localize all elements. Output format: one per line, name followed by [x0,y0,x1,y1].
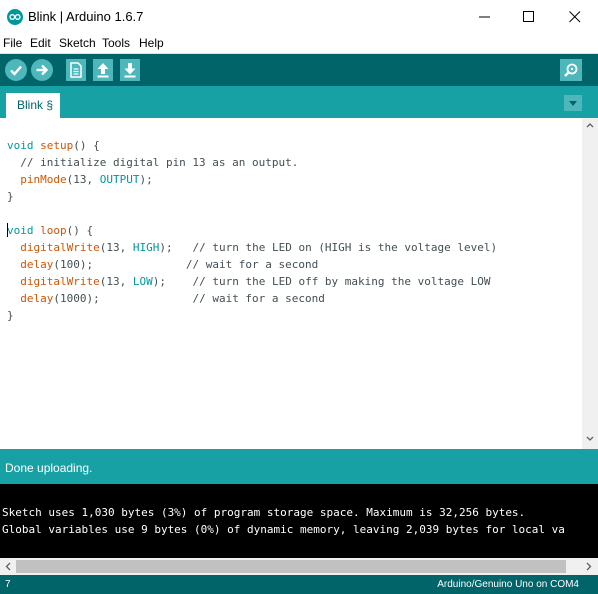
verify-button[interactable] [5,59,27,81]
new-file-icon [70,62,82,78]
code-token: ); [152,275,193,288]
code-editor[interactable]: void setup() { // initialize digital pin… [0,118,582,449]
text-caret [7,223,8,237]
code-token: } [7,309,14,322]
scroll-right-arrow-icon[interactable] [586,562,592,571]
status-bar: Done uploading. [0,449,598,484]
code-token: // wait for a second [192,292,325,305]
tab-menu-button[interactable] [564,95,582,111]
code-token: (13, [99,241,133,254]
code-token: HIGH [132,241,160,254]
close-icon [569,11,581,23]
code-token: pinMode [20,173,67,186]
maximize-icon [523,11,534,22]
console-line: Sketch uses 1,030 bytes (3%) of program … [2,506,526,519]
code-line: pinMode(13, OUTPUT); [7,171,153,188]
console-line: Global variables use 9 bytes (0%) of dyn… [2,523,565,536]
minimize-button[interactable] [462,0,508,33]
scroll-down-arrow-icon[interactable] [586,436,594,442]
code-token: OUTPUT [99,173,140,186]
code-line: digitalWrite(13, LOW); // turn the LED o… [7,273,491,290]
code-token: // wait for a second [185,258,319,271]
save-arrow-down-icon [124,63,136,78]
code-token: digitalWrite [20,241,100,254]
triangle-down-icon [569,101,577,106]
code-token: (13, [99,275,133,288]
code-line: delay(1000); // wait for a second [7,290,325,307]
code-line: // initialize digital pin 13 as an outpu… [7,154,298,171]
code-token: ); [139,173,153,186]
menu-help[interactable]: Help [139,36,164,50]
board-port-label: Arduino/Genuino Uno on COM4 [437,579,579,590]
console-horizontal-scrollbar[interactable] [0,558,598,575]
code-line: void loop() { [7,222,93,239]
code-token: LOW [132,275,153,288]
code-token: delay [20,292,54,305]
menu-tools[interactable]: Tools [102,36,130,50]
code-token: (100); [53,258,186,271]
footer-bar: 7 Arduino/Genuino Uno on COM4 [0,575,598,594]
code-line: } [7,307,14,324]
arduino-logo-icon [7,9,23,25]
line-number: 7 [5,579,11,590]
minimize-icon [479,16,490,18]
serial-monitor-button[interactable] [560,59,582,81]
code-token: // initialize digital pin 13 as an outpu… [7,156,299,169]
code-token: delay [20,258,54,271]
code-line: void setup() { [7,137,100,154]
menu-bar: File Edit Sketch Tools Help [0,33,598,54]
upload-button[interactable] [31,59,53,81]
code-line: digitalWrite(13, HIGH); // turn the LED … [7,239,497,256]
maximize-button[interactable] [506,0,552,33]
tab-bar: Blink § [0,86,598,118]
code-token: // turn the LED on (HIGH is the voltage … [192,241,498,254]
menu-sketch[interactable]: Sketch [59,36,96,50]
code-token: (1000); [53,292,193,305]
code-token: setup [40,139,74,152]
code-token: (13, [66,173,100,186]
save-button[interactable] [120,59,140,81]
scroll-up-arrow-icon[interactable] [586,122,594,128]
code-token: void [7,224,34,237]
code-token: loop [40,224,67,237]
menu-edit[interactable]: Edit [30,36,51,50]
tab-blink[interactable]: Blink § [6,93,60,118]
scroll-left-arrow-icon[interactable] [5,562,11,571]
code-token: void [7,139,34,152]
open-button[interactable] [93,59,113,81]
code-line: delay(100); // wait for a second [7,256,318,273]
status-message: Done uploading. [5,461,93,475]
magnifier-icon [564,63,578,77]
code-token: () { [73,139,100,152]
console-output: Sketch uses 1,030 bytes (3%) of program … [0,484,598,558]
window-title: Blink | Arduino 1.6.7 [28,9,144,24]
arrow-right-icon [36,64,49,76]
code-token: // turn the LED off by making the voltag… [192,275,491,288]
scroll-thumb[interactable] [16,560,566,573]
menu-file[interactable]: File [3,36,22,50]
code-token: } [7,190,14,203]
new-button[interactable] [66,59,86,81]
checkmark-icon [10,65,22,76]
code-token: digitalWrite [20,275,100,288]
close-button[interactable] [552,0,598,33]
code-token: ); [159,241,193,254]
toolbar [0,54,598,86]
title-bar: Blink | Arduino 1.6.7 [0,0,598,33]
code-token: () { [66,224,94,237]
tab-label: Blink § [17,98,54,112]
code-line: } [7,188,14,205]
open-arrow-up-icon [97,63,109,78]
editor-vertical-scrollbar[interactable] [582,118,598,449]
